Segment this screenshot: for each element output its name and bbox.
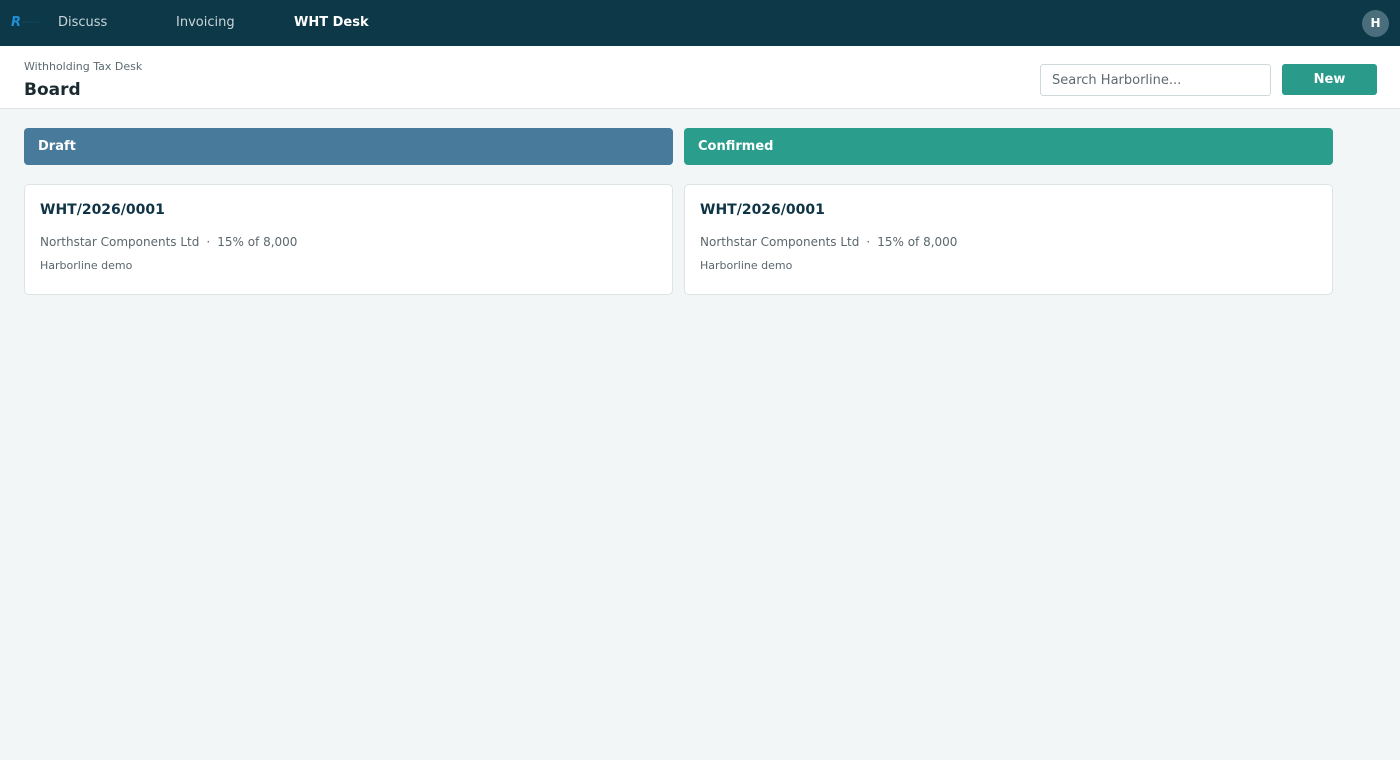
- control-panel: Withholding Tax Desk Board New: [0, 46, 1400, 109]
- kanban-card[interactable]: WHT/2026/0001 Northstar Components Ltd · 1…: [684, 184, 1333, 295]
- card-meta: Northstar Components Ltd · 15% of 8,000: [40, 235, 297, 249]
- card-rate: 15% of 8,000: [217, 235, 298, 249]
- nav-discuss[interactable]: Discuss: [58, 0, 107, 46]
- kanban-card[interactable]: WHT/2026/0001 Northstar Components Ltd · 1…: [24, 184, 673, 295]
- top-navbar: R Discuss Invoicing WHT Desk H: [0, 0, 1400, 46]
- card-partner: Northstar Components Ltd: [40, 235, 200, 249]
- user-avatar[interactable]: H: [1362, 10, 1389, 37]
- card-company: Harborline demo: [700, 259, 793, 272]
- svg-text:R: R: [11, 15, 21, 30]
- card-reference: WHT/2026/0001: [700, 202, 825, 218]
- card-partner: Northstar Components Ltd: [700, 235, 860, 249]
- card-separator: ·: [206, 235, 211, 249]
- card-reference: WHT/2026/0001: [40, 202, 165, 218]
- breadcrumb[interactable]: Withholding Tax Desk: [24, 60, 142, 73]
- card-rate: 15% of 8,000: [877, 235, 958, 249]
- card-separator: ·: [866, 235, 871, 249]
- nav-invoicing[interactable]: Invoicing: [176, 0, 235, 46]
- card-company: Harborline demo: [40, 259, 133, 272]
- column-header-confirmed[interactable]: Confirmed: [684, 128, 1333, 165]
- page-title: Board: [24, 80, 81, 100]
- search-input[interactable]: [1040, 64, 1271, 96]
- new-button[interactable]: New: [1282, 64, 1377, 95]
- nav-wht-desk[interactable]: WHT Desk: [294, 0, 369, 46]
- column-header-draft[interactable]: Draft: [24, 128, 673, 165]
- app-logo-icon[interactable]: R: [10, 13, 44, 31]
- card-meta: Northstar Components Ltd · 15% of 8,000: [700, 235, 957, 249]
